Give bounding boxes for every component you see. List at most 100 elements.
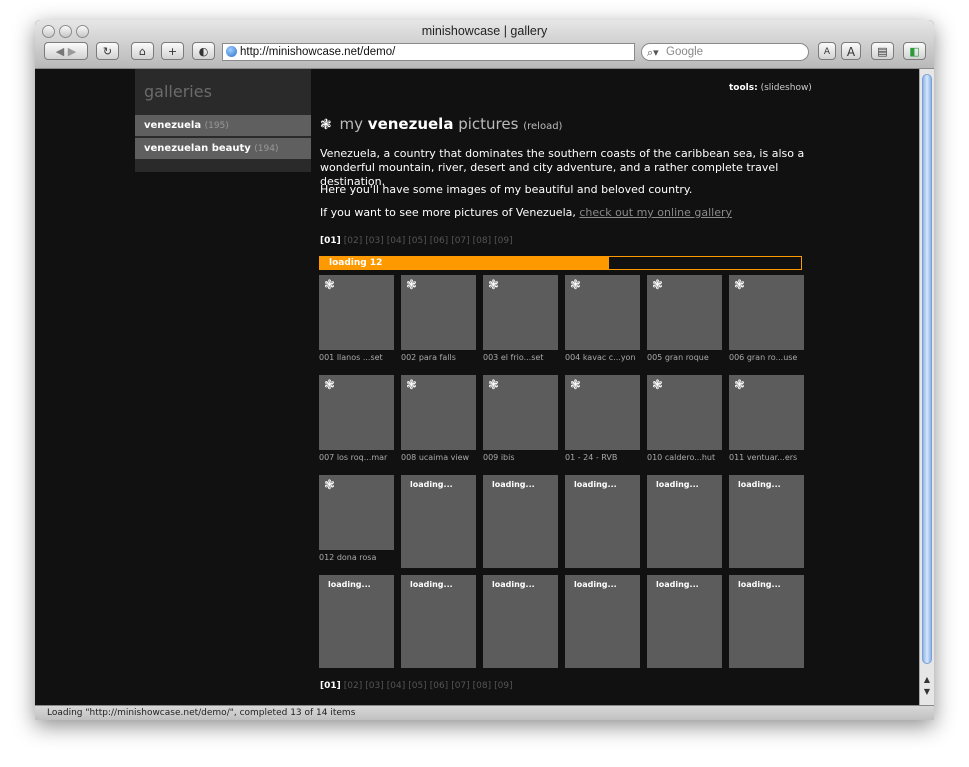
page-link[interactable]: [04]: [387, 236, 405, 246]
thumbnail-loading-label: loading...: [656, 580, 699, 589]
reload-button[interactable]: ↻: [96, 42, 119, 60]
sidebar-title: galleries: [144, 82, 212, 101]
thumbnail-loading-label: loading...: [574, 580, 617, 589]
thumbnail-caption: 009 ibis: [483, 453, 515, 462]
thumbnail-image[interactable]: ❃: [647, 375, 722, 450]
thumbnail-image[interactable]: loading...: [565, 475, 640, 568]
add-bookmark-button[interactable]: +: [161, 42, 184, 60]
zoom-icon: ❃: [652, 378, 663, 393]
galleries-sidebar: galleries venezuela (195) venezuelan bea…: [135, 69, 311, 172]
page-link[interactable]: [02]: [344, 236, 362, 246]
zoom-icon: ❃: [324, 378, 335, 393]
sidebar-item-venezuelan-beauty[interactable]: venezuelan beauty (194): [135, 138, 311, 159]
thumbnail-image[interactable]: ❃: [401, 375, 476, 450]
thumbnail-image[interactable]: loading...: [647, 575, 722, 668]
thumbnail-caption: 006 gran ro...use: [729, 353, 798, 362]
reload-link[interactable]: (reload): [523, 121, 562, 132]
forward-arrow-icon[interactable]: ▶: [68, 45, 76, 58]
site-globe-icon: [226, 46, 237, 57]
page-link[interactable]: [09]: [494, 681, 512, 691]
thumbnail-image[interactable]: ❃: [319, 275, 394, 350]
address-bar[interactable]: http://minishowcase.net/demo/: [222, 43, 635, 61]
gallery-name: venezuela: [367, 115, 454, 133]
text-smaller-button[interactable]: A: [818, 42, 836, 60]
page-link[interactable]: [05]: [408, 681, 426, 691]
thumbnail-loading-label: loading...: [738, 480, 781, 489]
sidebar-item-count: (194): [254, 144, 279, 154]
thumbnail-image[interactable]: loading...: [483, 575, 558, 668]
thumbnail-loading-label: loading...: [574, 480, 617, 489]
thumbnail-caption: 012 dona rosa: [319, 553, 377, 562]
bug-icon: ◐: [198, 45, 209, 58]
thumbnail-image[interactable]: ❃: [729, 275, 804, 350]
scrollbar-thumb[interactable]: [922, 74, 932, 664]
page-link[interactable]: [07]: [451, 681, 469, 691]
thumbnail-loading-label: loading...: [492, 580, 535, 589]
zoom-icon: ❃: [324, 478, 335, 493]
extension-icon: ◧: [909, 45, 920, 58]
home-button[interactable]: ⌂: [131, 42, 154, 60]
print-button[interactable]: ▤: [871, 42, 894, 60]
thumbnail-caption: 010 caldero...hut: [647, 453, 716, 462]
url-text[interactable]: http://minishowcase.net/demo/: [240, 44, 395, 60]
thumbnail-image[interactable]: loading...: [729, 575, 804, 668]
thumbnail-caption: 002 para falls: [401, 353, 456, 362]
sidebar-item-count: (195): [204, 121, 229, 131]
thumbnail-image[interactable]: loading...: [565, 575, 640, 668]
zoom-icon: ❃: [324, 278, 335, 293]
gear-icon: ❃: [320, 117, 332, 133]
page-link[interactable]: [01]: [320, 681, 341, 691]
search-input[interactable]: ⌕▾ Google: [641, 43, 809, 61]
slideshow-link[interactable]: (slideshow): [761, 83, 812, 93]
thumbnail-image[interactable]: ❃: [565, 275, 640, 350]
scroll-up-arrow-icon[interactable]: ▲: [922, 675, 932, 684]
thumbnail-image[interactable]: ❃: [647, 275, 722, 350]
zoom-icon: ❃: [488, 278, 499, 293]
thumbnail-image[interactable]: loading...: [729, 475, 804, 568]
thumbnail-image[interactable]: ❃: [319, 475, 394, 550]
sidebar-item-venezuela[interactable]: venezuela (195): [135, 115, 311, 136]
page-link[interactable]: [08]: [473, 236, 491, 246]
thumbnail-image[interactable]: loading...: [647, 475, 722, 568]
page-link[interactable]: [06]: [430, 681, 448, 691]
page-link[interactable]: [06]: [430, 236, 448, 246]
page-link[interactable]: [01]: [320, 236, 341, 246]
thumbnail-caption: 004 kavac c...yon: [565, 353, 636, 362]
thumbnail-image[interactable]: ❃: [401, 275, 476, 350]
page-link[interactable]: [04]: [387, 681, 405, 691]
thumbnail-image[interactable]: loading...: [483, 475, 558, 568]
thumbnail-image[interactable]: loading...: [401, 575, 476, 668]
back-arrow-icon[interactable]: ◀: [56, 45, 64, 58]
page-link[interactable]: [05]: [408, 236, 426, 246]
thumbnail-caption: 007 los roq...mar: [319, 453, 388, 462]
page-link[interactable]: [08]: [473, 681, 491, 691]
thumbnail-image[interactable]: loading...: [401, 475, 476, 568]
zoom-icon: ❃: [570, 278, 581, 293]
thumbnail-image[interactable]: ❃: [483, 275, 558, 350]
pagination-bottom: [01] [02] [03] [04] [05] [06] [07] [08] [09]: [320, 681, 516, 691]
page-content: galleries venezuela (195) venezuelan bea…: [35, 69, 919, 705]
report-bug-button[interactable]: ◐: [192, 42, 215, 60]
scroll-down-arrow-icon[interactable]: ▼: [922, 687, 932, 696]
pagination-top: [01] [02] [03] [04] [05] [06] [07] [08] [09]: [320, 236, 516, 246]
zoom-icon: ❃: [570, 378, 581, 393]
tools-label: tools:: [729, 83, 758, 93]
page-link[interactable]: [03]: [365, 681, 383, 691]
thumbnail-image[interactable]: ❃: [483, 375, 558, 450]
online-gallery-link[interactable]: check out my online gallery: [579, 206, 732, 219]
back-forward-buttons[interactable]: ◀ ▶: [44, 42, 88, 60]
thumbnail-image[interactable]: ❃: [319, 375, 394, 450]
page-link[interactable]: [02]: [344, 681, 362, 691]
extension-button[interactable]: ◧: [903, 42, 926, 60]
thumbnail-image[interactable]: ❃: [729, 375, 804, 450]
title-bar: minishowcase | gallery ◀ ▶ ↻ ⌂ + ◐ http:…: [35, 20, 934, 69]
vertical-scrollbar[interactable]: ▲ ▼: [919, 69, 934, 705]
thumbnail-image[interactable]: loading...: [319, 575, 394, 668]
page-link[interactable]: [07]: [451, 236, 469, 246]
thumbnail-loading-label: loading...: [738, 580, 781, 589]
thumbnail-caption: 011 ventuar...ers: [729, 453, 798, 462]
thumbnail-image[interactable]: ❃: [565, 375, 640, 450]
text-bigger-button[interactable]: A: [841, 42, 861, 60]
page-link[interactable]: [03]: [365, 236, 383, 246]
page-link[interactable]: [09]: [494, 236, 512, 246]
